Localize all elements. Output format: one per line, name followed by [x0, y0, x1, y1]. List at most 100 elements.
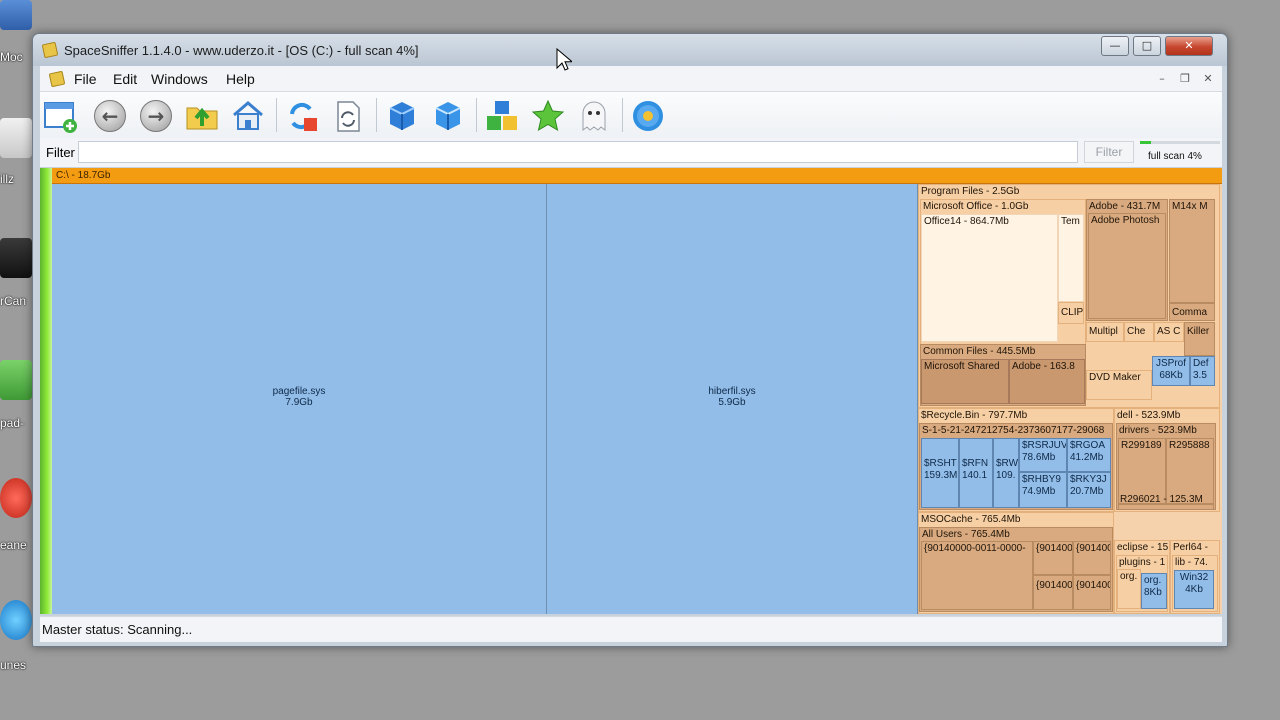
menu-edit[interactable]: Edit	[113, 71, 137, 87]
treemap-block-adobe-common[interactable]: Adobe - 163.8	[1009, 359, 1085, 404]
treemap-block-rky[interactable]: $RKY3J 20.7Mb	[1067, 472, 1111, 508]
up-folder-icon[interactable]	[184, 98, 220, 134]
che-label: Che	[1127, 326, 1146, 337]
desktop-icon-5[interactable]	[0, 478, 32, 518]
dvd-maker-label: DVD Maker	[1089, 372, 1141, 383]
mdi-restore-button[interactable]: ❐	[1176, 71, 1194, 87]
microsoft-shared-label: Microsoft Shared	[924, 361, 1000, 372]
maximize-button[interactable]: □	[1133, 36, 1161, 56]
treemap-block-win32[interactable]: Win32 4Kb	[1174, 570, 1214, 609]
r299189-label: R299189	[1121, 440, 1162, 451]
multiple-label: Multipl	[1089, 326, 1118, 337]
treemap-block-clip[interactable]: CLIP	[1058, 302, 1084, 324]
toolbar-separator	[622, 98, 623, 132]
def-label: Def 3.5	[1193, 358, 1209, 381]
desktop-label-5: eane	[0, 538, 27, 552]
office14-label: Office14 - 864.7Mb	[924, 216, 1009, 227]
treemap-block-as-c[interactable]: AS C	[1154, 322, 1184, 342]
new-view-icon[interactable]	[42, 98, 78, 134]
spacesniffer-window: SpaceSniffer 1.1.4.0 - www.uderzo.it - […	[32, 33, 1228, 647]
cube-alt-icon[interactable]	[430, 98, 466, 134]
treemap-block-office-guid[interactable]: {90140000-0011-0000-	[921, 541, 1033, 610]
filter-button[interactable]: Filter	[1084, 141, 1134, 163]
treemap-block-rhby[interactable]: $RHBY9 74.9Mb	[1019, 472, 1067, 508]
treemap-root-bar[interactable]: C:\ - 18.7Gb	[52, 168, 1222, 184]
org-b-label: org. 8Kb	[1144, 575, 1162, 598]
desktop-icon-3[interactable]	[0, 238, 32, 278]
treemap-block-org-b[interactable]: org. 8Kb	[1141, 573, 1167, 609]
r296021-label: R296021 - 125.3M	[1120, 494, 1203, 505]
office-guid-label: {90140000-0011-0000-	[924, 543, 1026, 554]
jsprof-label: JSProf 68Kb	[1155, 358, 1186, 381]
treemap-block-pagefile[interactable]: pagefile.sys 7.9Gb	[52, 184, 547, 614]
cube-icon[interactable]	[384, 98, 420, 134]
treemap-block-comma[interactable]: Comma	[1169, 303, 1215, 321]
treemap-block-office14[interactable]: Office14 - 864.7Mb	[921, 214, 1058, 342]
desktop-label-4: pad-	[0, 416, 25, 430]
home-icon[interactable]	[230, 98, 266, 134]
treemap-block-dvd-maker[interactable]: DVD Maker	[1086, 370, 1152, 400]
treemap-block-hiberfil[interactable]: hiberfil.sys 5.9Gb	[547, 184, 918, 614]
refresh-icon[interactable]	[284, 98, 320, 134]
treemap-block-rgoa[interactable]: $RGOA 41.2Mb	[1067, 438, 1111, 472]
close-button[interactable]: ✕	[1165, 36, 1213, 56]
menu-file[interactable]: File	[74, 71, 97, 87]
treemap-block-jsprof[interactable]: JSProf 68Kb	[1152, 356, 1190, 386]
perl64-label: Perl64 -	[1173, 542, 1209, 553]
desktop-icon-2[interactable]	[0, 118, 32, 158]
treemap-block-m14x[interactable]: M14x M	[1169, 199, 1215, 303]
settings-flower-icon[interactable]	[630, 98, 666, 134]
all-users-label: All Users - 765.4Mb	[922, 529, 1010, 540]
treemap-block-guid-d[interactable]: {901400	[1073, 575, 1111, 610]
treemap-block-org-a[interactable]: org.	[1117, 569, 1141, 609]
blocks-icon[interactable]	[484, 98, 520, 134]
rhby-label: $RHBY9 74.9Mb	[1022, 474, 1061, 497]
treemap-block-tem[interactable]: Tem	[1058, 214, 1084, 302]
mdi-minimize-button[interactable]: –	[1153, 71, 1171, 87]
treemap-block-guid-b[interactable]: {901400	[1073, 541, 1111, 575]
mdi-close-button[interactable]: ✕	[1199, 71, 1217, 87]
menu-help[interactable]: Help	[226, 71, 255, 87]
rescan-icon[interactable]	[330, 98, 366, 134]
toolbar-separator	[476, 98, 477, 132]
forward-icon[interactable]: →	[138, 98, 174, 134]
treemap-block-adobe-photoshop[interactable]: Adobe Photosh	[1088, 213, 1166, 319]
adobe-program-files-label: Adobe - 431.7M	[1089, 201, 1161, 212]
minimize-button[interactable]: —	[1101, 36, 1129, 56]
program-files-label: Program Files - 2.5Gb	[921, 186, 1020, 197]
treemap-block-microsoft-shared[interactable]: Microsoft Shared	[921, 359, 1009, 404]
desktop-icon-1[interactable]	[0, 0, 32, 30]
window-title: SpaceSniffer 1.1.4.0 - www.uderzo.it - […	[64, 43, 419, 58]
treemap-block-rw[interactable]: $RW 109.	[993, 438, 1019, 508]
filter-input[interactable]	[78, 141, 1078, 163]
desktop-icon-6[interactable]	[0, 600, 32, 640]
treemap-block-rsht[interactable]: $RSHT 159.3M	[921, 438, 959, 508]
treemap-view[interactable]: C:\ - 18.7Gb pagefile.sys 7.9Gb hiberfil…	[40, 168, 1222, 614]
guid-b-label: {901400	[1076, 543, 1111, 554]
desktop-icon-4[interactable]	[0, 360, 32, 400]
star-icon[interactable]	[530, 98, 566, 134]
rky-label: $RKY3J 20.7Mb	[1070, 474, 1107, 497]
comma-label: Comma	[1172, 307, 1208, 318]
desktop-label-6: unes	[0, 658, 27, 672]
menu-windows[interactable]: Windows	[151, 71, 208, 87]
treemap-block-guid-c[interactable]: {901400	[1033, 575, 1073, 610]
back-icon[interactable]: ←	[92, 98, 128, 134]
treemap-block-multiple[interactable]: Multipl	[1086, 322, 1124, 342]
ghost-icon[interactable]	[576, 98, 612, 134]
treemap-block-rfn[interactable]: $RFN 140.1	[959, 438, 993, 508]
rsht-label: $RSHT 159.3M	[924, 458, 958, 481]
treemap-folders-area: Program Files - 2.5Gb Microsoft Office -…	[918, 184, 1222, 614]
title-bar[interactable]: SpaceSniffer 1.1.4.0 - www.uderzo.it - […	[33, 34, 1227, 66]
treemap-block-killer[interactable]: Killer	[1184, 322, 1215, 356]
r295888-label: R295888	[1169, 440, 1210, 451]
hiberfil-label: hiberfil.sys 5.9Gb	[708, 386, 756, 408]
dell-label: dell - 523.9Mb	[1117, 410, 1181, 421]
treemap-block-che[interactable]: Che	[1124, 322, 1154, 342]
mouse-cursor-icon	[556, 48, 572, 71]
treemap-block-guid-a[interactable]: {901400	[1033, 541, 1073, 575]
treemap-block-def[interactable]: Def 3.5	[1190, 356, 1215, 386]
treemap-root-label: C:\ - 18.7Gb	[56, 170, 111, 181]
treemap-block-rsrjuv[interactable]: $RSRJUV 78.6Mb	[1019, 438, 1067, 472]
desktop-label-1: Moc	[0, 50, 23, 64]
